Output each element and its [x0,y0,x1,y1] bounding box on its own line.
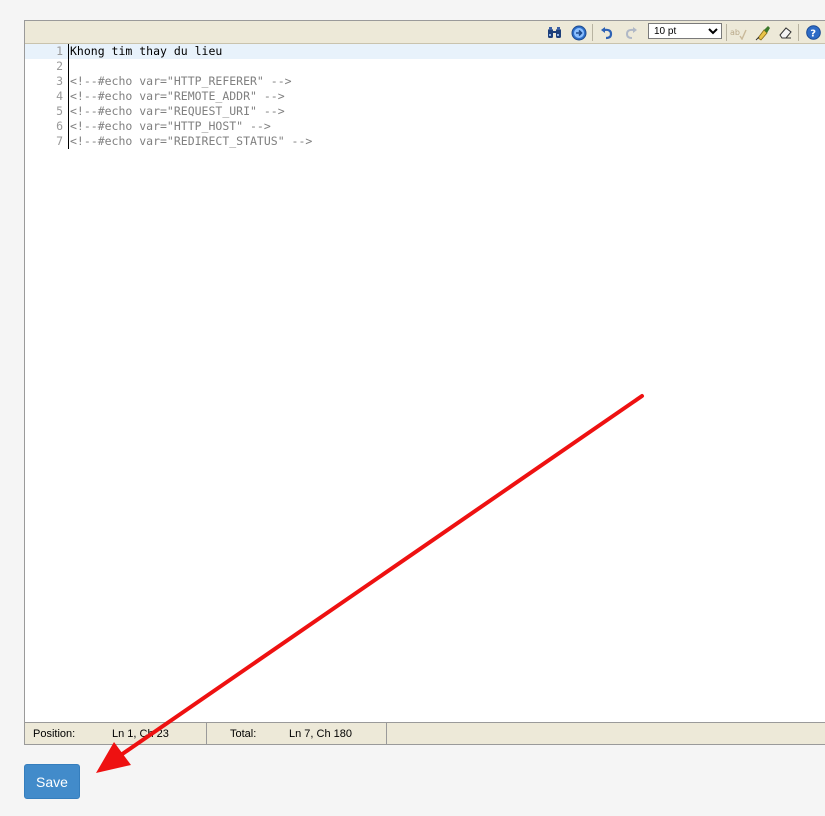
search-icon[interactable] [546,24,563,41]
font-size-select[interactable]: 8 pt9 pt10 pt11 pt12 pt14 pt [648,23,722,39]
highlight-icon[interactable] [754,24,771,41]
svg-text:ab: ab [730,28,740,37]
toolbar-separator [798,24,799,41]
line-text: <!--#echo var="HTTP_REFERER" --> [70,74,292,88]
line-number: 3 [56,74,63,88]
code-line: 7 <!--#echo var="REDIRECT_STATUS" --> [25,134,825,149]
code-area[interactable]: 1 Khong tim thay du lieu 2 3 <!--#echo var… [25,44,825,722]
line-number: 7 [56,134,63,148]
line-text: <!--#echo var="HTTP_HOST" --> [70,119,271,133]
spellcheck-icon[interactable]: ab [730,24,747,41]
undo-icon[interactable] [598,24,615,41]
position-value: Ln 1, Ch 23 [112,728,169,740]
code-line: 1 Khong tim thay du lieu [25,44,825,59]
svg-text:?: ? [810,28,816,39]
total-label: Total: [230,728,257,740]
line-text: <!--#echo var="REQUEST_URI" --> [70,104,285,118]
code-editor: 8 pt9 pt10 pt11 pt12 pt14 pt ab ? 1 Khong… [24,20,825,745]
save-button[interactable]: Save [24,764,80,799]
line-number: 2 [56,59,63,73]
position-label: Position: [33,728,76,740]
code-line: 6 <!--#echo var="HTTP_HOST" --> [25,119,825,134]
goto-line-icon[interactable] [570,24,587,41]
line-text: <!--#echo var="REDIRECT_STATUS" --> [70,134,313,148]
status-divider [206,723,207,744]
help-icon[interactable]: ? [805,24,822,41]
line-number: 5 [56,104,63,118]
text-cursor [68,44,69,149]
code-line: 3 <!--#echo var="HTTP_REFERER" --> [25,74,825,89]
line-text: Khong tim thay du lieu [70,44,223,58]
redo-icon[interactable] [622,24,639,41]
status-divider [386,723,387,744]
toolbar-separator [592,24,593,41]
line-text: <!--#echo var="REMOTE_ADDR" --> [70,89,285,103]
toolbar-separator [726,24,727,41]
total-value: Ln 7, Ch 180 [289,728,352,740]
code-line: 4 <!--#echo var="REMOTE_ADDR" --> [25,89,825,104]
editor-toolbar: 8 pt9 pt10 pt11 pt12 pt14 pt ab ? [25,21,825,44]
code-line: 5 <!--#echo var="REQUEST_URI" --> [25,104,825,119]
status-bar: Position: Ln 1, Ch 23 Total: Ln 7, Ch 18… [25,722,825,744]
code-line: 2 [25,59,825,74]
line-number: 6 [56,119,63,133]
line-number: 1 [56,44,63,58]
line-number: 4 [56,89,63,103]
reset-highlight-icon[interactable] [777,24,794,41]
